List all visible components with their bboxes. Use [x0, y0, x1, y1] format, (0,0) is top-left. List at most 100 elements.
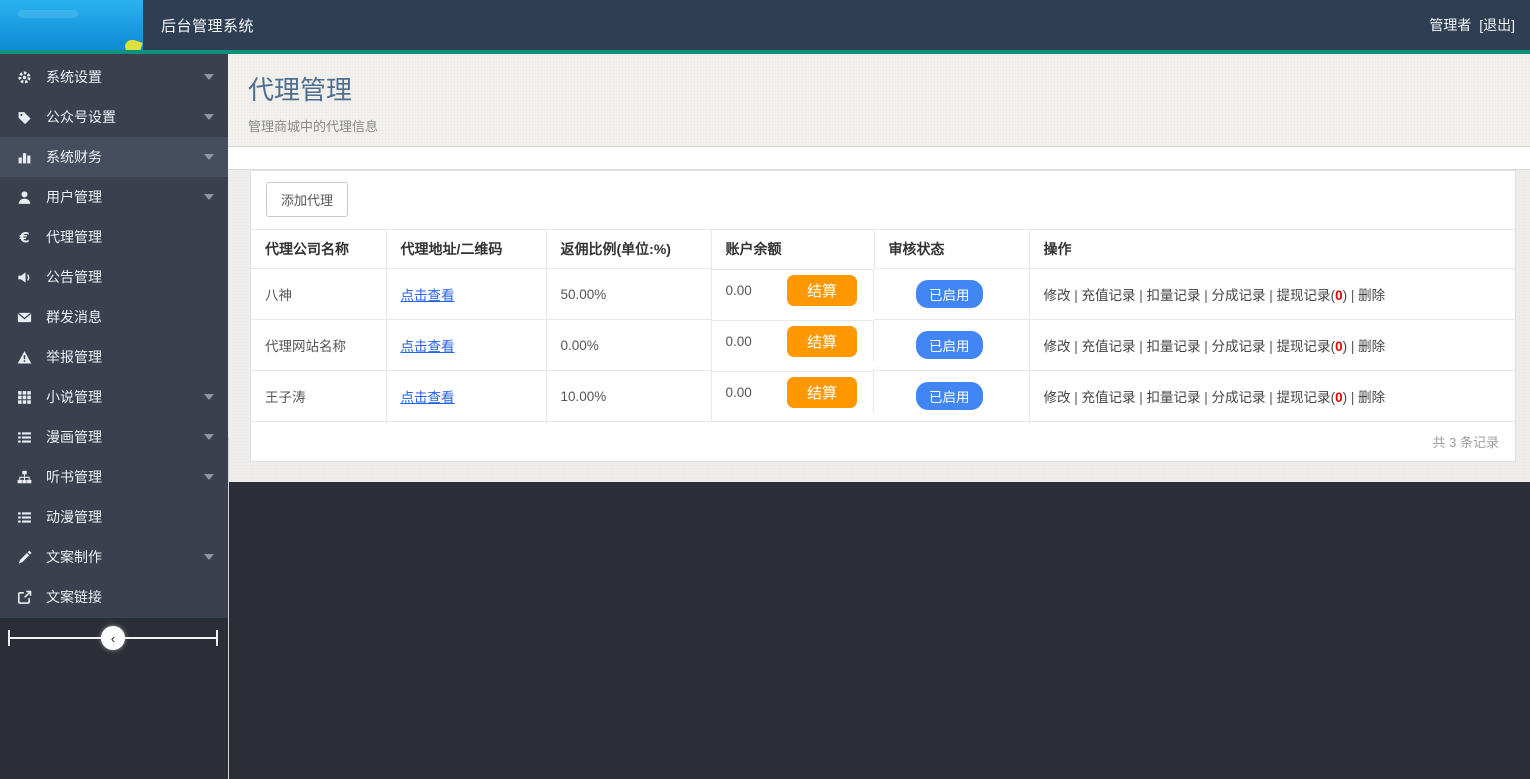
table-row: 八神 点击查看 50.00% 0.00 结算 已启用 修改 | 充值记录 | 扣… [251, 268, 1515, 320]
settle-button[interactable]: 结算 [786, 325, 857, 357]
withdraw-count: 0 [1335, 288, 1343, 303]
withdraw-count: 0 [1335, 390, 1343, 405]
view-qrcode-link[interactable]: 点击查看 [401, 288, 455, 303]
sidebar-item-label: 公众号设置 [46, 109, 116, 125]
sidebar-item-13[interactable]: 文案制作 [0, 537, 228, 577]
agent-name-cell: 代理网站名称 [251, 319, 387, 371]
chevron-down-icon [204, 74, 214, 80]
action-link[interactable]: 分成记录 [1212, 390, 1266, 405]
agent-table: 代理公司名称 代理地址/二维码 返佣比例(单位:%) 账户余额 审核状态 操作 … [251, 229, 1515, 421]
record-count-label: 共 3 条记录 [251, 421, 1515, 461]
content-sidebar-divider [228, 437, 229, 779]
action-link[interactable]: 删除 [1358, 390, 1385, 405]
agent-address-cell: 点击查看 [386, 268, 547, 320]
user-icon [15, 190, 33, 205]
sidebar-item-4[interactable]: 用户管理 [0, 177, 228, 217]
sidebar-item-3[interactable]: 系统财务 [0, 137, 228, 177]
action-link[interactable]: 充值记录 [1082, 288, 1136, 303]
action-link[interactable]: 删除 [1358, 288, 1385, 303]
balance-value: 0.00 [725, 282, 752, 298]
view-qrcode-link[interactable]: 点击查看 [401, 339, 455, 354]
action-link[interactable]: 提现记录(0) [1277, 390, 1348, 405]
logo [0, 0, 143, 50]
actions-cell: 修改 | 充值记录 | 扣量记录 | 分成记录 | 提现记录(0) | 删除 [1029, 319, 1515, 371]
page-subtitle: 管理商城中的代理信息 [248, 119, 379, 134]
svg-text:€: € [18, 230, 29, 245]
sidebar-item-1[interactable]: 系统设置 [0, 57, 228, 97]
agent-address-cell: 点击查看 [386, 370, 547, 421]
action-link[interactable]: 提现记录(0) [1277, 339, 1348, 354]
collapse-chevron-icon[interactable]: ‹ [101, 626, 125, 650]
action-link[interactable]: 修改 [1044, 390, 1071, 405]
agent-name-cell: 王子涛 [251, 370, 387, 421]
settle-button[interactable]: 结算 [786, 274, 857, 306]
action-link[interactable]: 充值记录 [1082, 390, 1136, 405]
table-row: 王子涛 点击查看 10.00% 0.00 结算 已启用 修改 | 充值记录 | … [251, 370, 1515, 421]
share-icon [15, 590, 33, 605]
settle-button[interactable]: 结算 [786, 376, 857, 408]
megaphone-icon [15, 270, 33, 285]
current-user-label: 管理者 [1429, 17, 1472, 33]
action-link[interactable]: 分成记录 [1212, 339, 1266, 354]
col-header-company: 代理公司名称 [251, 229, 387, 269]
sidebar-item-label: 小说管理 [46, 389, 102, 405]
status-enabled-button[interactable]: 已启用 [916, 280, 983, 308]
sidebar-item-7[interactable]: 群发消息 [0, 297, 228, 337]
page-title: 代理管理 [248, 75, 353, 105]
sidebar-item-8[interactable]: 举报管理 [0, 337, 228, 377]
sidebar-item-10[interactable]: 漫画管理 [0, 417, 228, 457]
col-header-status: 审核状态 [874, 229, 1030, 269]
sidebar-item-label: 系统设置 [46, 69, 102, 85]
row-actions: 修改 | 充值记录 | 扣量记录 | 分成记录 | 提现记录(0) | 删除 [1043, 390, 1386, 405]
action-link[interactable]: 分成记录 [1212, 288, 1266, 303]
page-header: 代理管理 管理商城中的代理信息 [228, 54, 1530, 147]
sidebar-item-label: 举报管理 [46, 349, 102, 365]
ratio-cell: 0.00% [546, 319, 712, 371]
action-link[interactable]: 删除 [1358, 339, 1385, 354]
chevron-down-icon [204, 434, 214, 440]
sidebar-item-9[interactable]: 小说管理 [0, 377, 228, 417]
action-link[interactable]: 修改 [1044, 339, 1071, 354]
sidebar-item-label: 用户管理 [46, 189, 102, 205]
status-enabled-button[interactable]: 已启用 [916, 382, 983, 410]
action-link[interactable]: 扣量记录 [1147, 390, 1201, 405]
sidebar-item-5[interactable]: € 代理管理 [0, 217, 228, 257]
panel-toolbar: 添加代理 [251, 171, 1515, 229]
sidebar-item-2[interactable]: 公众号设置 [0, 97, 228, 137]
logout-link[interactable]: [退出] [1479, 17, 1515, 33]
action-link[interactable]: 充值记录 [1082, 339, 1136, 354]
col-header-balance: 账户余额 [711, 229, 875, 269]
row-actions: 修改 | 充值记录 | 扣量记录 | 分成记录 | 提现记录(0) | 删除 [1043, 339, 1386, 354]
sidebar-item-6[interactable]: 公告管理 [0, 257, 228, 297]
balance-cell: 0.00 结算 [711, 370, 874, 413]
add-agent-button[interactable]: 添加代理 [266, 182, 349, 217]
sidebar-item-label: 文案制作 [46, 549, 102, 565]
tags-icon [15, 110, 33, 125]
sidebar-item-12[interactable]: 动漫管理 [0, 497, 228, 537]
col-header-actions: 操作 [1029, 229, 1515, 269]
ratio-cell: 10.00% [546, 370, 712, 421]
header-divider-strip [228, 147, 1530, 170]
action-link[interactable]: 提现记录(0) [1277, 288, 1348, 303]
action-link[interactable]: 扣量记录 [1147, 339, 1201, 354]
grid-icon [15, 390, 33, 405]
sidebar-item-label: 漫画管理 [46, 429, 102, 445]
action-link[interactable]: 修改 [1044, 288, 1071, 303]
view-qrcode-link[interactable]: 点击查看 [401, 390, 455, 405]
chevron-down-icon [204, 394, 214, 400]
list-icon [15, 430, 33, 445]
top-navbar: 后台管理系统 管理者 [退出] [0, 0, 1530, 54]
sidebar-item-label: 听书管理 [46, 469, 102, 485]
sidebar-item-label: 群发消息 [46, 309, 102, 325]
col-header-ratio: 返佣比例(单位:%) [546, 229, 712, 269]
ratio-cell: 50.00% [546, 268, 712, 320]
chevron-down-icon [204, 474, 214, 480]
sidebar-collapse-slider[interactable]: ‹ [0, 625, 228, 651]
withdraw-count: 0 [1335, 339, 1343, 354]
slider-end-tick [216, 630, 218, 646]
status-enabled-button[interactable]: 已启用 [916, 331, 983, 359]
sidebar-item-11[interactable]: 听书管理 [0, 457, 228, 497]
agent-table-panel: 添加代理 代理公司名称 代理地址/二维码 返佣比例(单位:%) 账户余额 审核状 [250, 170, 1516, 462]
action-link[interactable]: 扣量记录 [1147, 288, 1201, 303]
sidebar-item-14[interactable]: 文案链接 [0, 577, 228, 617]
